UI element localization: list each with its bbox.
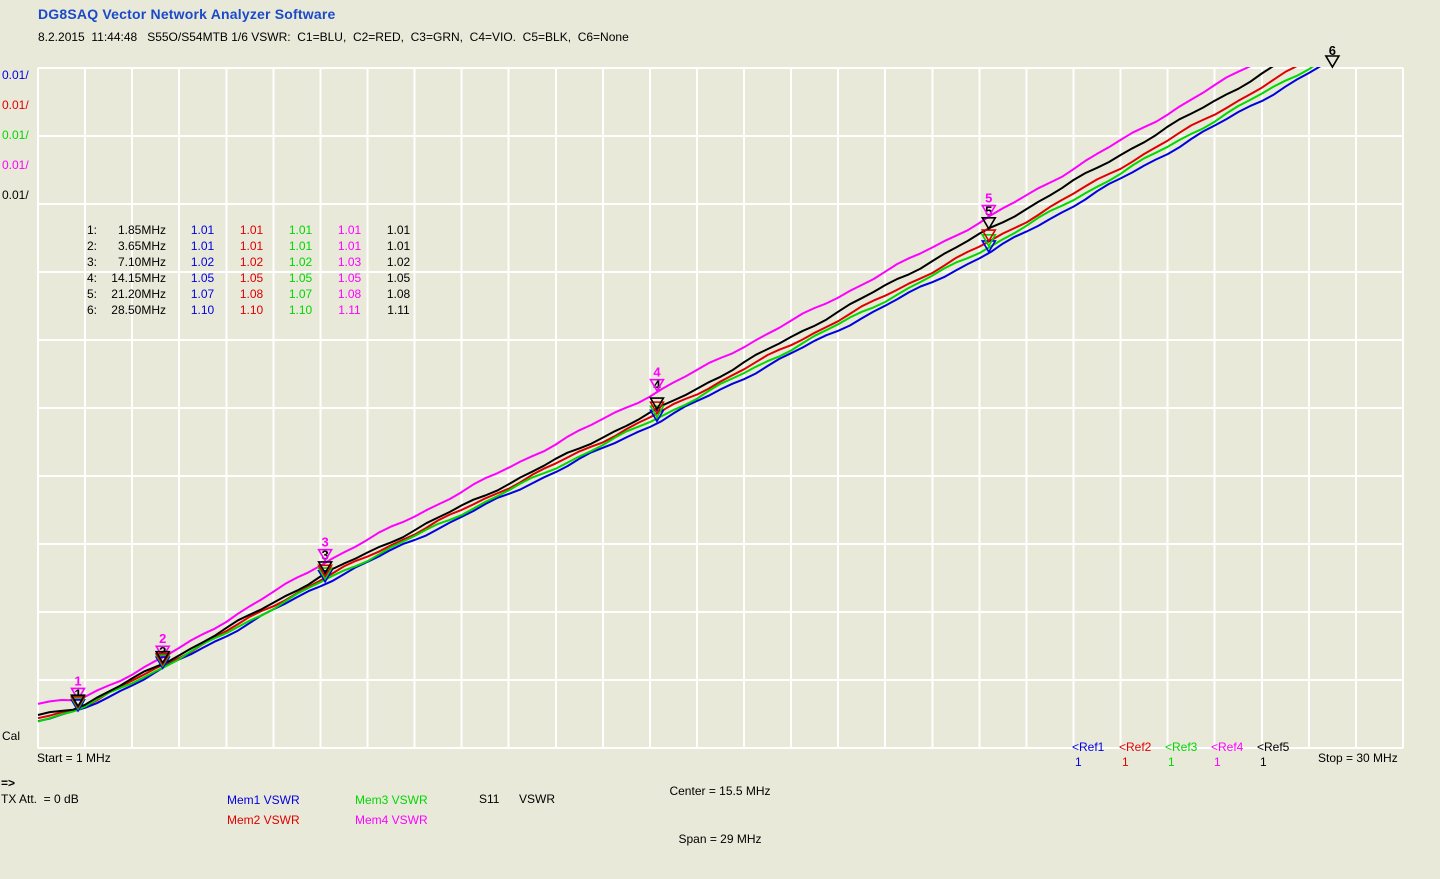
- marker-value-c1: 1.02: [190, 255, 215, 269]
- app-title: DG8SAQ Vector Network Analyzer Software: [38, 6, 336, 22]
- tx-attenuation-label[interactable]: TX Att. = 0 dB: [1, 793, 79, 806]
- scale-label-c2[interactable]: 0.01/: [2, 98, 29, 112]
- marker-table-row-5: 5: 21.20MHz 1.07 1.08 1.07 1.08 1.08: [87, 286, 423, 302]
- legend-mem3[interactable]: Mem3 VSWR: [355, 793, 428, 807]
- legend-mem4[interactable]: Mem4 VSWR: [355, 813, 428, 827]
- s11-channel-label[interactable]: S11: [479, 793, 499, 806]
- marker-frequency: 7.10MHz: [117, 255, 166, 269]
- marker-number: 2:: [87, 239, 98, 253]
- marker-value-c3: 1.05: [288, 271, 313, 285]
- marker-value-c5: 1.08: [386, 287, 411, 301]
- legend-mem1[interactable]: Mem1 VSWR: [227, 793, 300, 807]
- marker-value-c5: 1.01: [386, 223, 411, 237]
- marker-number: 5:: [87, 287, 98, 301]
- marker-value-c2: 1.01: [239, 239, 264, 253]
- marker-frequency: 21.20MHz: [111, 287, 166, 301]
- marker-value-c5: 1.11: [387, 303, 410, 317]
- marker-value-c5: 1.01: [386, 239, 411, 253]
- marker-frequency: 28.50MHz: [111, 303, 166, 317]
- scale-label-c1[interactable]: 0.01/: [2, 68, 29, 82]
- marker-value-c5: 1.02: [386, 255, 411, 269]
- scale-label-c4[interactable]: 0.01/: [2, 158, 29, 172]
- ref1-value: 1: [1075, 755, 1082, 769]
- marker-number: 3:: [87, 255, 98, 269]
- marker-value-c1: 1.10: [190, 303, 215, 317]
- ref5-label[interactable]: <Ref5: [1257, 740, 1289, 754]
- marker-value-c4: 1.03: [337, 255, 362, 269]
- center-span-block: Center = 15.5 MHz Span = 29 MHz: [620, 751, 820, 879]
- span-label[interactable]: Span = 29 MHz: [620, 831, 820, 847]
- marker-value-c1: 1.07: [190, 287, 215, 301]
- tx-direction-arrow: =>: [1, 776, 16, 790]
- marker-6[interactable]: 6: [1324, 43, 1341, 69]
- marker-value-c1: 1.01: [190, 239, 215, 253]
- marker-value-c2: 1.08: [239, 287, 264, 301]
- ref2-value: 1: [1122, 755, 1129, 769]
- marker-frequency: 14.15MHz: [111, 271, 166, 285]
- marker-value-c3: 1.01: [288, 239, 313, 253]
- ref2-label[interactable]: <Ref2: [1119, 740, 1151, 754]
- marker-number: 4:: [87, 271, 98, 285]
- ref4-label[interactable]: <Ref4: [1211, 740, 1243, 754]
- marker-value-c4: 1.01: [337, 223, 362, 237]
- marker-table-row-2: 2: 3.65MHz 1.01 1.01 1.01 1.01 1.01: [87, 238, 423, 254]
- marker-value-c2: 1.02: [239, 255, 264, 269]
- marker-table: 1: 1.85MHz 1.01 1.01 1.01 1.01 1.01 2: 3.65MHz 1.…: [87, 222, 423, 318]
- marker-value-c2: 1.05: [239, 271, 264, 285]
- marker-value-c3: 1.01: [288, 223, 313, 237]
- marker-value-c5: 1.05: [386, 271, 411, 285]
- ref3-value: 1: [1168, 755, 1175, 769]
- cal-status-label[interactable]: Cal: [2, 730, 20, 743]
- marker-value-c4: 1.08: [337, 287, 362, 301]
- ref3-label[interactable]: <Ref3: [1165, 740, 1197, 754]
- marker-value-c3: 1.02: [288, 255, 313, 269]
- legend-mem2[interactable]: Mem2 VSWR: [227, 813, 300, 827]
- marker-table-row-3: 3: 7.10MHz 1.02 1.02 1.02 1.03 1.02: [87, 254, 423, 270]
- trace-mem1-vswr: [37, 67, 1322, 723]
- marker-value-c1: 1.01: [190, 223, 215, 237]
- start-frequency-label[interactable]: Start = 1 MHz: [37, 752, 111, 765]
- ref4-value: 1: [1214, 755, 1221, 769]
- marker-number: 1:: [87, 223, 98, 237]
- marker-value-c2: 1.10: [239, 303, 264, 317]
- marker-value-c4: 1.01: [337, 239, 362, 253]
- marker-value-c1: 1.05: [190, 271, 215, 285]
- vswr-plot[interactable]: 11223344556: [0, 0, 1440, 844]
- marker-frequency: 1.85MHz: [117, 223, 166, 237]
- marker-table-row-1: 1: 1.85MHz 1.01 1.01 1.01 1.01 1.01: [87, 222, 423, 238]
- scale-label-c3[interactable]: 0.01/: [2, 128, 29, 142]
- center-frequency-label[interactable]: Center = 15.5 MHz: [620, 783, 820, 799]
- marker-frequency: 3.65MHz: [117, 239, 166, 253]
- marker-5[interactable]: 55: [980, 191, 997, 254]
- marker-table-row-6: 6: 28.50MHz 1.10 1.10 1.10 1.11 1.11: [87, 302, 423, 318]
- marker-value-c3: 1.10: [288, 303, 313, 317]
- marker-value-c2: 1.01: [239, 223, 264, 237]
- marker-value-c3: 1.07: [288, 287, 313, 301]
- trace-mem4-vswr: [37, 67, 1251, 705]
- ref1-label[interactable]: <Ref1: [1072, 740, 1104, 754]
- marker-value-c4: 1.11: [338, 303, 361, 317]
- scale-label-c5[interactable]: 0.01/: [2, 188, 29, 202]
- marker-value-c4: 1.05: [337, 271, 362, 285]
- marker-table-row-4: 4: 14.15MHz 1.05 1.05 1.05 1.05 1.05: [87, 270, 423, 286]
- sweep-info-line: 8.2.2015 11:44:48 S55O/S54MTB 1/6 VSWR: …: [38, 30, 629, 44]
- stop-frequency-label[interactable]: Stop = 30 MHz: [1318, 752, 1398, 765]
- s11-format-label[interactable]: VSWR: [519, 793, 555, 806]
- ref5-value: 1: [1260, 755, 1267, 769]
- marker-number: 6:: [87, 303, 98, 317]
- traces: [37, 67, 1322, 723]
- plot-grid: [37, 67, 1404, 749]
